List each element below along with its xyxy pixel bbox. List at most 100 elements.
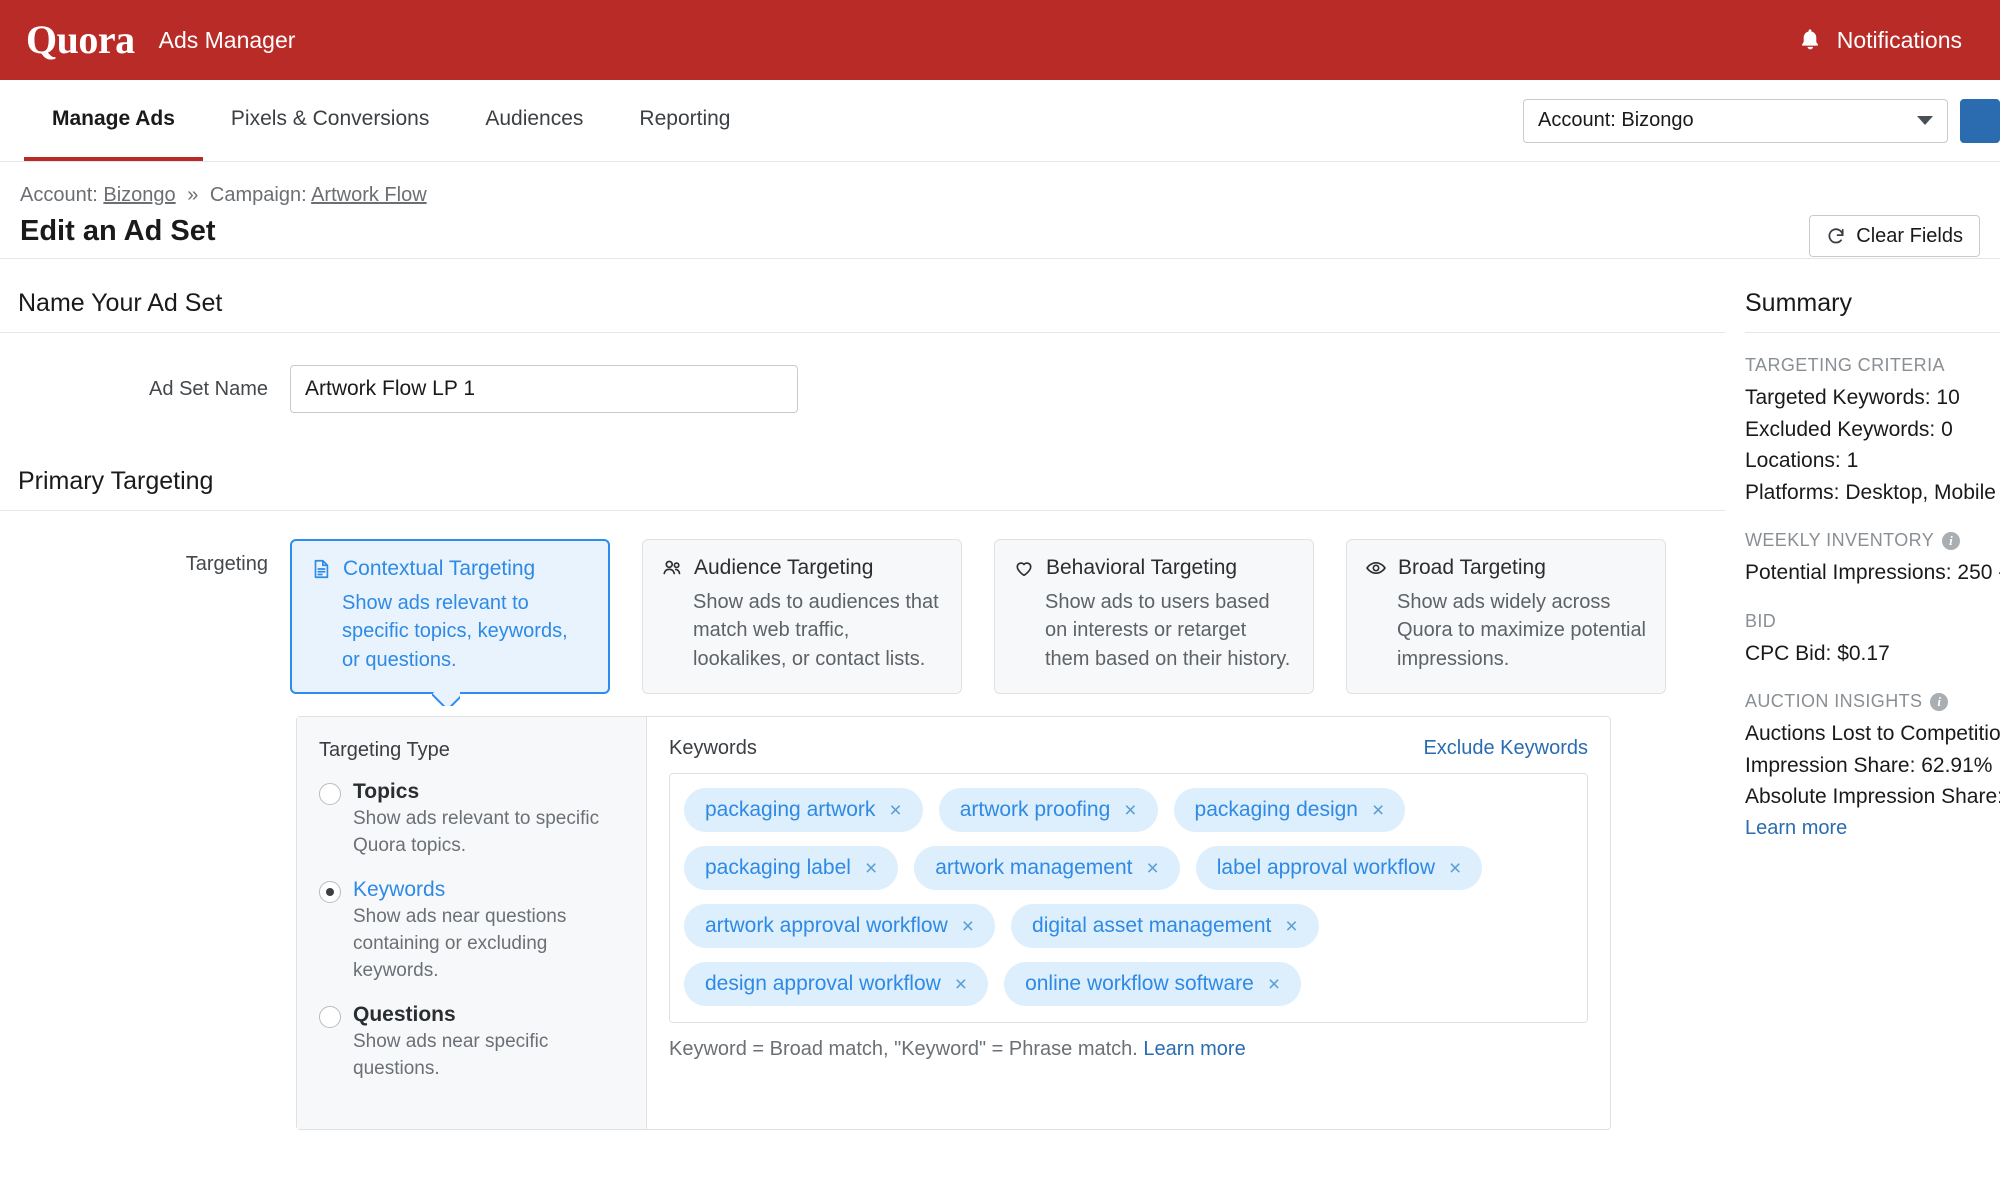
summary-weekly-inventory-text: WEEKLY INVENTORY [1745,530,1935,550]
keyword-chip[interactable]: label approval workflow × [1195,846,1483,891]
breadcrumb-campaign-link[interactable]: Artwork Flow [311,184,427,206]
targeting-card-broad-title-row: Broad Targeting [1365,556,1647,580]
top-brand-bar: Quora Ads Manager Notifications [0,0,2000,80]
account-select[interactable]: Account: Bizongo [1523,98,1948,143]
breadcrumb-separator: » [187,184,199,206]
remove-keyword-icon[interactable]: × [1146,858,1158,879]
primary-targeting-heading: Primary Targeting [0,467,1725,511]
summary-bid-label: BID [1745,610,1777,631]
keyword-chip-label: online workflow software [1025,972,1254,996]
radio-keywords-desc: Show ads near questions containing or ex… [353,906,567,982]
keyword-chip-label: packaging label [705,856,851,880]
radio-keywords[interactable] [319,881,341,904]
keywords-panel-header: Keywords Exclude Keywords [669,737,1588,760]
radio-topics[interactable] [319,783,341,806]
nav-item-pixels-conversions[interactable]: Pixels & Conversions [203,80,457,161]
summary-cpc-bid: CPC Bid: $0.17 [1745,641,1890,665]
summary-weekly-inventory-label: WEEKLY INVENTORY i [1745,530,2000,551]
targeting-type-option-questions[interactable]: Questions Show ads near specific questio… [319,1003,624,1083]
keyword-chip[interactable]: artwork proofing × [938,788,1158,833]
keyword-chip[interactable]: packaging design × [1173,788,1406,833]
keyword-match-learn-more-link[interactable]: Learn more [1143,1038,1245,1060]
targeting-type-option-topics[interactable]: Topics Show ads relevant to specific Quo… [319,780,624,860]
targeting-cards: Contextual Targeting Show ads relevant t… [290,539,1666,695]
summary-group-auction-insights: AUCTION INSIGHTS i Auctions Lost to Comp… [1745,691,2000,840]
summary-excluded-keywords: Excluded Keywords: 0 [1745,417,1953,441]
keyword-chips: packaging artwork × artwork proofing × p… [684,788,1573,1007]
targeting-type-heading: Targeting Type [319,739,450,762]
radio-questions[interactable] [319,1006,341,1029]
page-header: Account: Bizongo » Campaign: Artwork Flo… [0,162,2000,259]
exclude-keywords-link[interactable]: Exclude Keywords [1423,737,1588,760]
nav-item-reporting[interactable]: Reporting [611,80,758,161]
form-column: Name Your Ad Set Ad Set Name Primary Tar… [0,259,1745,1130]
remove-keyword-icon[interactable]: × [865,858,877,879]
notifications-button[interactable]: Notifications [1797,26,1974,54]
keyword-chip[interactable]: artwork management × [914,846,1180,891]
primary-action-button[interactable] [1960,98,2000,143]
name-section-heading: Name Your Ad Set [0,289,1725,333]
summary-column: Summary TARGETING CRITERIA Targeted Keyw… [1745,259,2000,840]
product-name: Ads Manager [158,26,296,53]
keyword-chip-label: artwork proofing [959,798,1111,822]
keyword-chip[interactable]: packaging label × [684,846,899,891]
targeting-card-contextual[interactable]: Contextual Targeting Show ads relevant t… [290,539,610,695]
targeting-card-audience-title-row: Audience Targeting [661,556,943,580]
breadcrumb-account-prefix: Account: [20,184,98,206]
targeting-label: Targeting [185,553,268,575]
targeting-row: Targeting Contextual Targeting Show ads … [0,511,1745,695]
keyword-chip[interactable]: online workflow software × [1004,962,1302,1007]
remove-keyword-icon[interactable]: × [1372,800,1384,821]
remove-keyword-icon[interactable]: × [1268,974,1280,995]
radio-questions-label: Questions [353,1003,456,1027]
breadcrumb-account-link[interactable]: Bizongo [103,184,175,206]
ad-set-name-input[interactable] [290,365,798,413]
quora-logo[interactable]: Quora [26,20,135,60]
targeting-type-option-keywords[interactable]: Keywords Show ads near questions contain… [319,878,624,985]
main-nav: Manage Ads Pixels & Conversions Audience… [0,80,2000,162]
targeting-card-contextual-desc: Show ads relevant to specific topics, ke… [342,592,568,671]
heart-icon [1016,562,1032,577]
remove-keyword-icon[interactable]: × [889,800,901,821]
nav-right-controls: Account: Bizongo [1523,80,2000,161]
keyword-chip[interactable]: design approval workflow × [684,962,989,1007]
eye-icon [1366,561,1386,575]
keyword-chip[interactable]: packaging artwork × [684,788,923,833]
refresh-icon [1828,228,1844,244]
keyword-chip-label: packaging artwork [705,798,876,822]
remove-keyword-icon[interactable]: × [1285,916,1297,937]
keyword-chip-label: digital asset management [1032,914,1272,938]
remove-keyword-icon[interactable]: × [955,974,967,995]
summary-learn-more-link[interactable]: Learn more [1745,817,1847,840]
targeting-card-behavioral-title-row: Behavioral Targeting [1013,556,1295,580]
selected-card-pointer [432,692,460,706]
summary-potential-impressions: Potential Impressions: 250 - 6 [1745,561,2000,584]
summary-group-weekly-inventory: WEEKLY INVENTORY i Potential Impressions… [1745,530,2000,589]
page-title: Edit an Ad Set [20,215,216,247]
clear-fields-button[interactable]: Clear Fields [1809,215,1980,257]
info-icon[interactable]: i [1942,531,1961,550]
nav-item-audiences[interactable]: Audiences [457,80,611,161]
keywords-chip-box[interactable]: packaging artwork × artwork proofing × p… [669,773,1588,1024]
summary-auctions-lost: Auctions Lost to Competition: [1745,722,2000,745]
remove-keyword-icon[interactable]: × [1449,858,1461,879]
targeting-card-behavioral[interactable]: Behavioral Targeting Show ads to users b… [994,539,1314,695]
info-icon[interactable]: i [1930,692,1949,711]
summary-auction-insights-text: AUCTION INSIGHTS [1745,691,1923,711]
nav-item-manage-ads[interactable]: Manage Ads [24,80,203,161]
summary-title: Summary [1745,289,2000,333]
summary-group-targeting-criteria: TARGETING CRITERIA Targeted Keywords: 10… [1745,355,2000,508]
account-select-value: Account: Bizongo [1538,109,1694,131]
remove-keyword-icon[interactable]: × [962,916,974,937]
keyword-chip[interactable]: digital asset management × [1011,904,1319,949]
targeting-card-audience[interactable]: Audience Targeting Show ads to audiences… [642,539,962,695]
notifications-label: Notifications [1836,26,1962,53]
keyword-chip[interactable]: artwork approval workflow × [684,904,996,949]
targeting-card-broad[interactable]: Broad Targeting Show ads widely across Q… [1346,539,1666,695]
keyword-chip-label: artwork approval workflow [705,914,948,938]
summary-auction-insights-label: AUCTION INSIGHTS i [1745,691,2000,712]
ad-set-name-row: Ad Set Name [0,333,1745,413]
keywords-title: Keywords [669,737,757,760]
summary-platforms: Platforms: Desktop, Mobile an [1745,480,2000,504]
remove-keyword-icon[interactable]: × [1124,800,1136,821]
